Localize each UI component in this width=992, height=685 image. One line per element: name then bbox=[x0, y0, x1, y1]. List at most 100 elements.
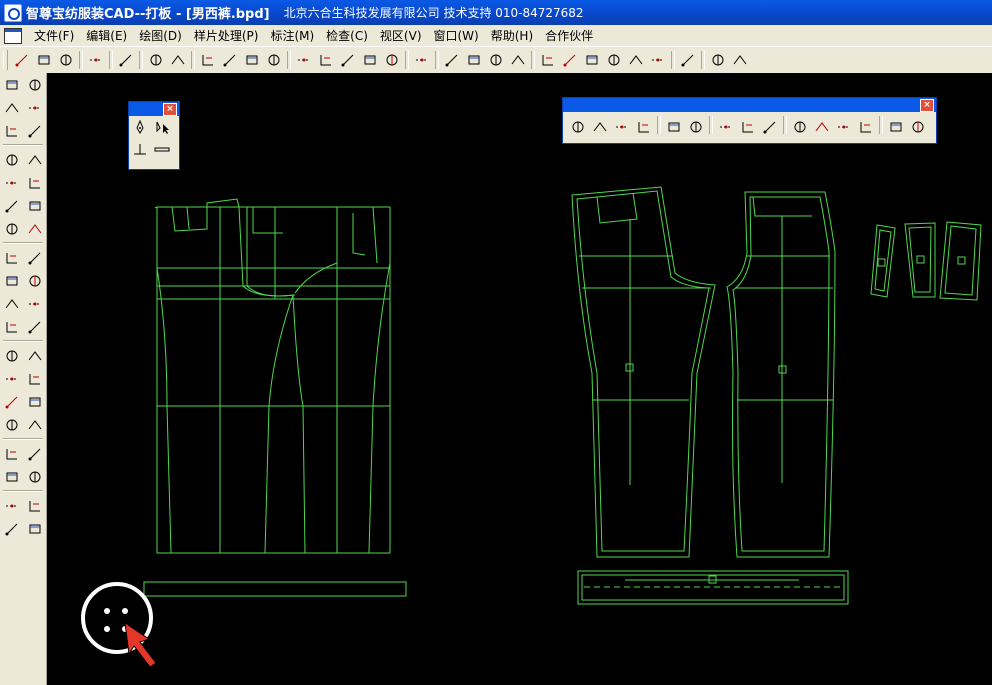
ruler-icon[interactable] bbox=[2, 496, 22, 516]
undo-icon[interactable] bbox=[293, 49, 315, 71]
fold-icon[interactable] bbox=[2, 346, 22, 366]
piece-panel-header[interactable]: × bbox=[563, 98, 936, 112]
curve-arc-icon[interactable] bbox=[25, 392, 45, 412]
cut-icon[interactable] bbox=[197, 49, 219, 71]
document-icon[interactable] bbox=[4, 27, 22, 44]
toolbar-grip[interactable] bbox=[3, 50, 8, 70]
hand-icon[interactable] bbox=[707, 49, 729, 71]
seam-icon[interactable] bbox=[2, 196, 22, 216]
menu-help[interactable]: 帮助(H) bbox=[485, 27, 539, 44]
rotate-icon[interactable] bbox=[25, 248, 45, 268]
corner-icon[interactable] bbox=[25, 150, 45, 170]
drawing-canvas[interactable]: × × bbox=[47, 73, 992, 685]
grade2-icon[interactable] bbox=[359, 49, 381, 71]
angle-icon[interactable] bbox=[25, 121, 45, 141]
menu-mark[interactable]: 标注(M) bbox=[264, 27, 320, 44]
select-pen-icon[interactable] bbox=[151, 116, 173, 138]
cuff-icon[interactable] bbox=[25, 415, 45, 435]
curve-icon[interactable] bbox=[441, 49, 463, 71]
mirror-line-icon[interactable] bbox=[25, 173, 45, 193]
save-icon[interactable] bbox=[55, 49, 77, 71]
piece-list2-icon[interactable] bbox=[25, 519, 45, 539]
v-cut-icon[interactable] bbox=[885, 116, 907, 138]
curve-dart-icon[interactable] bbox=[663, 116, 685, 138]
paste-icon[interactable] bbox=[241, 49, 263, 71]
text-icon[interactable] bbox=[25, 467, 45, 487]
grade-icon[interactable] bbox=[337, 49, 359, 71]
y-split-icon[interactable] bbox=[811, 116, 833, 138]
zoom-window-icon[interactable] bbox=[603, 49, 625, 71]
print-preview-icon[interactable] bbox=[115, 49, 137, 71]
corner-round-icon[interactable] bbox=[25, 294, 45, 314]
piece-list-icon[interactable] bbox=[2, 519, 22, 539]
menu-window[interactable]: 窗口(W) bbox=[428, 27, 485, 44]
rule-line-icon[interactable] bbox=[151, 138, 173, 160]
print-icon[interactable] bbox=[145, 49, 167, 71]
copy-piece-icon[interactable] bbox=[2, 271, 22, 291]
piece2-icon[interactable] bbox=[737, 116, 759, 138]
menu-piece[interactable]: 样片处理(P) bbox=[188, 27, 265, 44]
zoom-prev-icon[interactable] bbox=[625, 49, 647, 71]
piece3-icon[interactable] bbox=[759, 116, 781, 138]
measure-box-icon[interactable] bbox=[25, 219, 45, 239]
point-dart-icon[interactable] bbox=[633, 116, 655, 138]
magnify-icon[interactable] bbox=[855, 116, 877, 138]
circle-icon[interactable] bbox=[2, 98, 22, 118]
delete-icon[interactable] bbox=[263, 49, 285, 71]
zoom-all-icon[interactable] bbox=[647, 49, 669, 71]
dash-line-icon[interactable] bbox=[2, 150, 22, 170]
shape-icon[interactable] bbox=[2, 294, 22, 314]
dart-icon[interactable] bbox=[589, 116, 611, 138]
pleat-icon[interactable] bbox=[685, 116, 707, 138]
preview-icon[interactable] bbox=[167, 49, 189, 71]
hem-icon[interactable] bbox=[2, 415, 22, 435]
person-icon[interactable] bbox=[729, 49, 751, 71]
zoom-fit-icon[interactable] bbox=[581, 49, 603, 71]
copy-icon[interactable] bbox=[219, 49, 241, 71]
find-icon[interactable] bbox=[677, 49, 699, 71]
t-icon[interactable] bbox=[2, 444, 22, 464]
menu-edit[interactable]: 编辑(E) bbox=[80, 27, 133, 44]
stack-icon[interactable] bbox=[25, 496, 45, 516]
layer-icon[interactable] bbox=[411, 49, 433, 71]
dart-icon[interactable] bbox=[2, 317, 22, 337]
curve3-icon[interactable] bbox=[485, 49, 507, 71]
menu-file[interactable]: 文件(F) bbox=[28, 27, 80, 44]
cross-line-icon[interactable] bbox=[2, 173, 22, 193]
perpendicular-icon[interactable] bbox=[129, 138, 151, 160]
select-icon[interactable] bbox=[2, 219, 22, 239]
notch-icon[interactable] bbox=[2, 392, 22, 412]
x-cut-icon[interactable] bbox=[907, 116, 929, 138]
fold-dart-icon[interactable] bbox=[567, 116, 589, 138]
piece-icon[interactable] bbox=[715, 116, 737, 138]
redo-icon[interactable] bbox=[315, 49, 337, 71]
open-icon[interactable] bbox=[33, 49, 55, 71]
small-panel-close-icon[interactable]: × bbox=[163, 102, 177, 116]
pen-tool-icon[interactable] bbox=[129, 116, 151, 138]
parallel-icon[interactable] bbox=[2, 121, 22, 141]
fan-icon[interactable] bbox=[789, 116, 811, 138]
move-icon[interactable] bbox=[2, 248, 22, 268]
menu-draw[interactable]: 绘图(D) bbox=[133, 27, 188, 44]
triangle-icon[interactable] bbox=[25, 317, 45, 337]
target-icon[interactable] bbox=[2, 467, 22, 487]
pin-icon[interactable] bbox=[833, 116, 855, 138]
app-icon[interactable] bbox=[4, 3, 22, 22]
rect-icon[interactable] bbox=[25, 98, 45, 118]
pattern-icon[interactable] bbox=[85, 49, 107, 71]
menu-view[interactable]: 视区(V) bbox=[374, 27, 428, 44]
small-panel-header[interactable]: × bbox=[129, 102, 179, 116]
point-icon[interactable] bbox=[2, 75, 22, 95]
pen-icon[interactable] bbox=[25, 75, 45, 95]
measure-icon[interactable] bbox=[381, 49, 403, 71]
cut-piece-icon[interactable] bbox=[2, 369, 22, 389]
pleat-icon[interactable] bbox=[25, 346, 45, 366]
link-icon[interactable] bbox=[25, 271, 45, 291]
menu-check[interactable]: 检查(C) bbox=[320, 27, 374, 44]
curve4-icon[interactable] bbox=[507, 49, 529, 71]
grid-icon[interactable] bbox=[25, 444, 45, 464]
menu-partner[interactable]: 合作伙伴 bbox=[539, 27, 599, 44]
new-icon[interactable] bbox=[11, 49, 33, 71]
curve2-icon[interactable] bbox=[463, 49, 485, 71]
piece-panel-close-icon[interactable]: × bbox=[920, 98, 934, 112]
